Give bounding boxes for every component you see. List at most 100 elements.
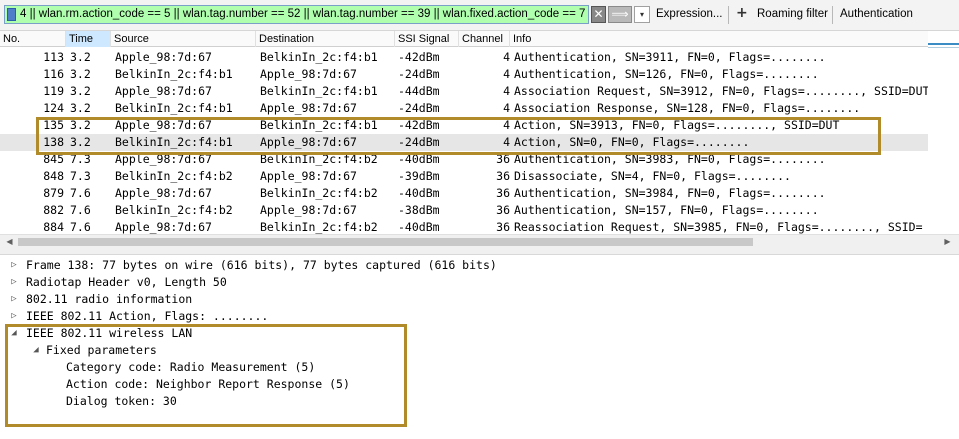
cell-no: 879 xyxy=(43,186,64,200)
tree-item-label: 802.11 radio information xyxy=(26,292,193,306)
bookmark-icon[interactable] xyxy=(7,8,16,21)
cell-no: 882 xyxy=(43,203,64,217)
cell-destination: BelkinIn_2c:f4:b1 xyxy=(260,50,378,64)
collapsed-arrow-icon[interactable]: ▷ xyxy=(8,274,20,291)
cell-source: Apple_98:7d:67 xyxy=(115,186,212,200)
filter-text: 4 || wlan.rm.action_code == 5 || wlan.ta… xyxy=(20,8,586,20)
packet-row[interactable]: 113 3.2 Apple_98:7d:67 BelkinIn_2c:f4:b1 -42… xyxy=(0,49,928,66)
apply-filter-button[interactable]: ⟹ xyxy=(608,6,632,23)
cell-signal: -40dBm xyxy=(398,220,440,234)
cell-source: BelkinIn_2c:f4:b2 xyxy=(115,203,233,217)
packet-list[interactable]: No. Time Source Destination SSI Signal C… xyxy=(0,31,928,234)
cell-info: Reassociation Request, SN=3985, FN=0, Fl… xyxy=(514,220,923,234)
cell-no: 848 xyxy=(43,169,64,183)
cell-no: 135 xyxy=(43,118,64,132)
packet-row[interactable]: 882 7.6 BelkinIn_2c:f4:b2 Apple_98:7d:67 -38… xyxy=(0,202,928,219)
scroll-right-icon[interactable]: ▶ xyxy=(940,235,955,249)
cell-destination: BelkinIn_2c:f4:b2 xyxy=(260,186,378,200)
packet-minimap[interactable] xyxy=(928,31,959,234)
display-filter-input[interactable]: 4 || wlan.rm.action_code == 5 || wlan.ta… xyxy=(4,5,589,24)
cell-time: 3.2 xyxy=(70,101,91,115)
collapsed-arrow-icon[interactable]: ▷ xyxy=(8,308,20,325)
column-header-destination[interactable]: Destination xyxy=(256,31,395,47)
horizontal-scrollbar[interactable]: ◀ ▶ xyxy=(0,234,959,249)
tree-item-label: Radiotap Header v0, Length 50 xyxy=(26,275,227,289)
minimap-marker xyxy=(928,47,959,48)
cell-channel: 36 xyxy=(496,220,510,234)
cell-time: 3.2 xyxy=(70,135,91,149)
authentication-filter-button[interactable]: Authentication xyxy=(840,8,913,20)
cell-time: 3.2 xyxy=(70,50,91,64)
packet-row[interactable]: 124 3.2 BelkinIn_2c:f4:b1 Apple_98:7d:67 -24… xyxy=(0,100,928,117)
filter-history-dropdown[interactable]: ▾ xyxy=(634,6,650,23)
cell-info: Action, SN=3913, FN=0, Flags=........, S… xyxy=(514,118,840,132)
cell-signal: -40dBm xyxy=(398,186,440,200)
cell-time: 3.2 xyxy=(70,67,91,81)
cell-info: Authentication, SN=126, FN=0, Flags=....… xyxy=(514,67,819,81)
column-header-signal[interactable]: SSI Signal xyxy=(395,31,459,47)
cell-info: Association Response, SN=128, FN=0, Flag… xyxy=(514,101,861,115)
packet-row[interactable]: 845 7.3 Apple_98:7d:67 BelkinIn_2c:f4:b2 -40… xyxy=(0,151,928,168)
cell-no: 113 xyxy=(43,50,64,64)
cell-time: 7.6 xyxy=(70,186,91,200)
cell-source: BelkinIn_2c:f4:b1 xyxy=(115,135,233,149)
tree-item-label: Frame 138: 77 bytes on wire (616 bits), … xyxy=(26,258,497,272)
tree-item-label: Action code: Neighbor Report Response (5… xyxy=(66,377,350,391)
cell-time: 7.6 xyxy=(70,203,91,217)
tree-item-label: IEEE 802.11 Action, Flags: ........ xyxy=(26,309,269,323)
cell-signal: -42dBm xyxy=(398,118,440,132)
roaming-filter-button[interactable]: Roaming filter xyxy=(757,8,828,20)
scrollbar-thumb[interactable] xyxy=(18,238,753,246)
cell-destination: Apple_98:7d:67 xyxy=(260,203,357,217)
cell-channel: 4 xyxy=(503,67,510,81)
packet-row[interactable]: 116 3.2 BelkinIn_2c:f4:b1 Apple_98:7d:67 -24… xyxy=(0,66,928,83)
scroll-left-icon[interactable]: ◀ xyxy=(2,235,17,249)
cell-signal: -38dBm xyxy=(398,203,440,217)
cell-no: 116 xyxy=(43,67,64,81)
expanded-arrow-icon[interactable]: ◢ xyxy=(8,325,20,342)
cell-signal: -24dBm xyxy=(398,135,440,149)
column-header-info[interactable]: Info xyxy=(510,31,928,47)
column-header-source[interactable]: Source xyxy=(111,31,256,47)
packet-row[interactable]: 138 3.2 BelkinIn_2c:f4:b1 Apple_98:7d:67 -24… xyxy=(0,134,928,151)
add-filter-button-icon[interactable]: + xyxy=(736,5,748,21)
cell-source: Apple_98:7d:67 xyxy=(115,118,212,132)
packet-row[interactable]: 848 7.3 BelkinIn_2c:f4:b2 Apple_98:7d:67 -39… xyxy=(0,168,928,185)
packet-row[interactable]: 879 7.6 Apple_98:7d:67 BelkinIn_2c:f4:b2 -40… xyxy=(0,185,928,202)
packet-list-header: No. Time Source Destination SSI Signal C… xyxy=(0,31,928,47)
cell-no: 119 xyxy=(43,84,64,98)
expression-button[interactable]: Expression... xyxy=(656,8,722,20)
cell-destination: Apple_98:7d:67 xyxy=(260,101,357,115)
cell-info: Association Request, SN=3912, FN=0, Flag… xyxy=(514,84,928,98)
tree-item-label: Fixed parameters xyxy=(46,343,157,357)
tree-item-label: Dialog token: 30 xyxy=(66,394,177,408)
expanded-arrow-icon[interactable]: ◢ xyxy=(30,342,42,359)
cell-channel: 36 xyxy=(496,152,510,166)
column-header-no[interactable]: No. xyxy=(0,31,66,47)
cell-destination: BelkinIn_2c:f4:b2 xyxy=(260,152,378,166)
cell-info: Authentication, SN=3984, FN=0, Flags=...… xyxy=(514,186,826,200)
cell-source: BelkinIn_2c:f4:b2 xyxy=(115,169,233,183)
cell-signal: -24dBm xyxy=(398,67,440,81)
cell-channel: 4 xyxy=(503,135,510,149)
packet-details-tree[interactable]: ▷ Frame 138: 77 bytes on wire (616 bits),… xyxy=(0,255,959,439)
cell-time: 7.6 xyxy=(70,220,91,234)
collapsed-arrow-icon[interactable]: ▷ xyxy=(8,257,20,274)
cell-signal: -42dBm xyxy=(398,50,440,64)
packet-row[interactable]: 884 7.6 Apple_98:7d:67 BelkinIn_2c:f4:b2 -40… xyxy=(0,219,928,234)
column-header-time[interactable]: Time xyxy=(66,31,111,47)
cell-channel: 4 xyxy=(503,101,510,115)
cell-signal: -24dBm xyxy=(398,101,440,115)
collapsed-arrow-icon[interactable]: ▷ xyxy=(8,291,20,308)
cell-no: 845 xyxy=(43,152,64,166)
packet-row[interactable]: 135 3.2 Apple_98:7d:67 BelkinIn_2c:f4:b1 -42… xyxy=(0,117,928,134)
cell-destination: BelkinIn_2c:f4:b1 xyxy=(260,84,378,98)
cell-channel: 4 xyxy=(503,84,510,98)
cell-info: Disassociate, SN=4, FN=0, Flags=........ xyxy=(514,169,791,183)
cell-signal: -44dBm xyxy=(398,84,440,98)
column-header-channel[interactable]: Channel xyxy=(459,31,510,47)
toolbar-separator xyxy=(728,6,729,24)
packet-row[interactable]: 119 3.2 Apple_98:7d:67 BelkinIn_2c:f4:b1 -44… xyxy=(0,83,928,100)
clear-filter-button[interactable]: ✕ xyxy=(591,6,606,23)
cell-info: Authentication, SN=157, FN=0, Flags=....… xyxy=(514,203,819,217)
